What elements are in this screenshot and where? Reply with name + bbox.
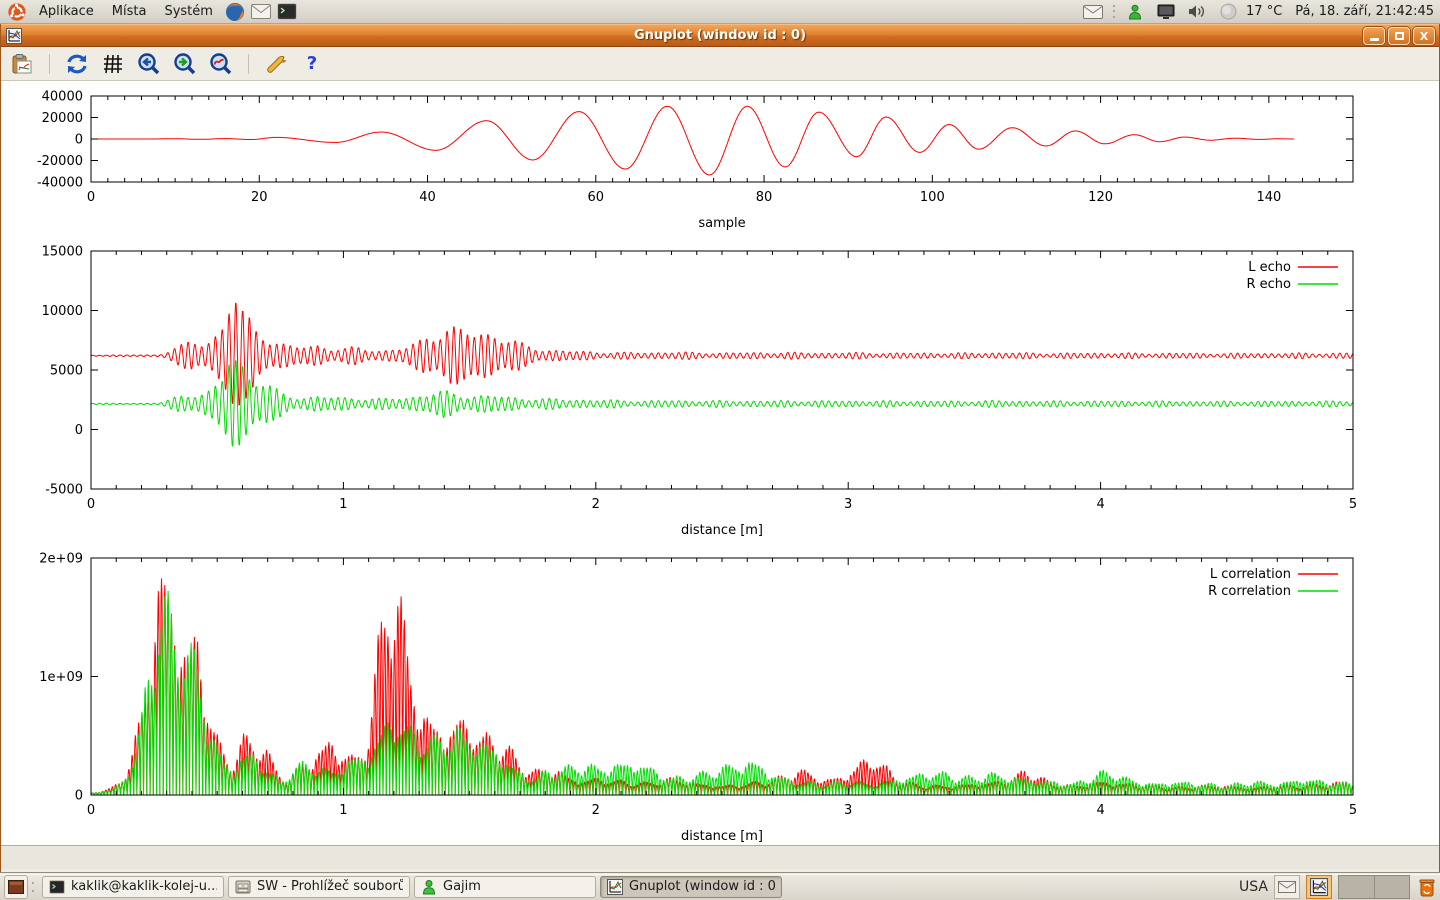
svg-text:0: 0 [87,190,95,205]
svg-text:3: 3 [844,497,852,512]
svg-text:5: 5 [1349,803,1357,818]
refresh-button[interactable] [64,51,90,77]
taskbar-button-2[interactable]: Gajim [414,876,596,898]
tasklist-handle[interactable] [30,879,36,895]
taskbar-gnuplot-tray-icon[interactable] [1306,875,1332,899]
taskbar-mail-tray-icon[interactable] [1274,875,1300,899]
gajim-status-icon[interactable] [1124,1,1146,23]
charts-svg: 020406080100120140-40000-200000200004000… [1,81,1440,845]
svg-text:distance [m]: distance [m] [681,523,763,538]
svg-text:-20000: -20000 [37,154,83,169]
svg-text:R echo: R echo [1246,277,1291,292]
svg-text:80: 80 [756,190,773,205]
tray-handle[interactable] [1111,4,1117,20]
export-button[interactable] [9,51,35,77]
tray-mail-icon[interactable] [1082,1,1104,23]
svg-text:20: 20 [251,190,268,205]
svg-text:L echo: L echo [1248,260,1291,275]
svg-text:120: 120 [1088,190,1113,205]
svg-text:10000: 10000 [42,304,83,319]
menu-applications[interactable]: Aplikace [30,0,103,23]
zoom-reset-button[interactable] [208,51,234,77]
svg-text:60: 60 [588,190,605,205]
svg-text:3: 3 [844,803,852,818]
top-panel: Aplikace Místa Systém [0,0,1440,24]
svg-text:0: 0 [75,789,83,804]
menu-places[interactable]: Místa [103,0,156,23]
svg-text:0: 0 [75,133,83,148]
svg-text:5000: 5000 [50,364,83,379]
gnuplot-icon [607,879,623,895]
weather-icon[interactable] [1217,1,1239,23]
toolbar-separator [49,54,50,74]
window-statusbar [1,845,1439,869]
svg-text:2: 2 [592,803,600,818]
svg-text:5: 5 [1349,497,1357,512]
taskbar: kaklik@kaklik-kolej-u... SW - Prohlížeč … [0,872,1440,900]
terminal-icon [49,879,65,895]
gnuplot-toolbar: ? [1,47,1439,81]
svg-text:sample: sample [698,216,745,231]
clock[interactable]: Pá, 18. září, 21:42:45 [1295,4,1434,19]
svg-text:2e+09: 2e+09 [39,552,83,567]
taskbar-button-label: SW - Prohlížeč souborů [257,879,403,894]
svg-text:0: 0 [87,497,95,512]
show-desktop-button[interactable] [4,875,28,899]
keyboard-layout-indicator[interactable]: USA [1239,879,1268,895]
workspace-2[interactable] [1375,876,1410,898]
svg-text:1: 1 [339,803,347,818]
svg-text:2: 2 [592,497,600,512]
gnuplot-window: Gnuplot (window id : 0) X [0,24,1440,872]
terminal-launcher-icon[interactable] [276,1,298,23]
zoom-next-button[interactable] [172,51,198,77]
firefox-launcher-icon[interactable] [224,1,246,23]
toolbar-separator [248,54,249,74]
svg-text:1e+09: 1e+09 [39,670,83,685]
taskbar-button-1[interactable]: SW - Prohlížeč souborů [228,876,410,898]
svg-text:20000: 20000 [42,111,83,126]
ubuntu-logo-icon[interactable] [6,1,28,23]
svg-text:15000: 15000 [42,245,83,260]
trash-icon[interactable] [1416,875,1438,899]
svg-text:distance [m]: distance [m] [681,829,763,844]
taskbar-button-label: kaklik@kaklik-kolej-u... [71,879,217,894]
svg-text:L correlation: L correlation [1210,567,1291,582]
window-title: Gnuplot (window id : 0) [1,28,1439,43]
settings-button[interactable] [263,51,289,77]
mail-launcher-icon[interactable] [250,1,272,23]
svg-text:40: 40 [419,190,436,205]
svg-text:4: 4 [1096,803,1104,818]
svg-text:1: 1 [339,497,347,512]
grid-toggle-button[interactable] [100,51,126,77]
taskbar-button-label: Gajim [443,879,481,894]
help-button[interactable]: ? [299,51,325,77]
temperature-indicator[interactable]: 17 °C [1246,4,1282,19]
workspace-1[interactable] [1339,876,1375,898]
titlebar[interactable]: Gnuplot (window id : 0) X [1,24,1439,47]
taskbar-button-0[interactable]: kaklik@kaklik-kolej-u... [42,876,224,898]
svg-text:0: 0 [87,803,95,818]
menu-system[interactable]: Systém [155,0,221,23]
plot-canvas[interactable]: 020406080100120140-40000-200000200004000… [1,81,1439,845]
display-tray-icon[interactable] [1155,1,1177,23]
svg-text:40000: 40000 [42,90,83,105]
zoom-previous-button[interactable] [136,51,162,77]
svg-text:4: 4 [1096,497,1104,512]
maximize-button[interactable] [1388,27,1410,45]
svg-text:140: 140 [1256,190,1281,205]
svg-text:R correlation: R correlation [1208,584,1291,599]
close-button[interactable]: X [1413,27,1435,45]
svg-text:100: 100 [920,190,945,205]
gajim-icon [421,879,437,895]
taskbar-button-label: Gnuplot (window id : 0) [629,879,775,894]
svg-text:-5000: -5000 [45,483,83,498]
volume-icon[interactable] [1186,1,1208,23]
svg-text:0: 0 [75,423,83,438]
minimize-button[interactable] [1363,27,1385,45]
svg-text:-40000: -40000 [37,176,83,191]
workspace-switcher[interactable] [1338,875,1410,899]
file-manager-icon [235,879,251,895]
gnuplot-window-icon [6,28,22,44]
taskbar-button-3[interactable]: Gnuplot (window id : 0) [600,876,782,898]
